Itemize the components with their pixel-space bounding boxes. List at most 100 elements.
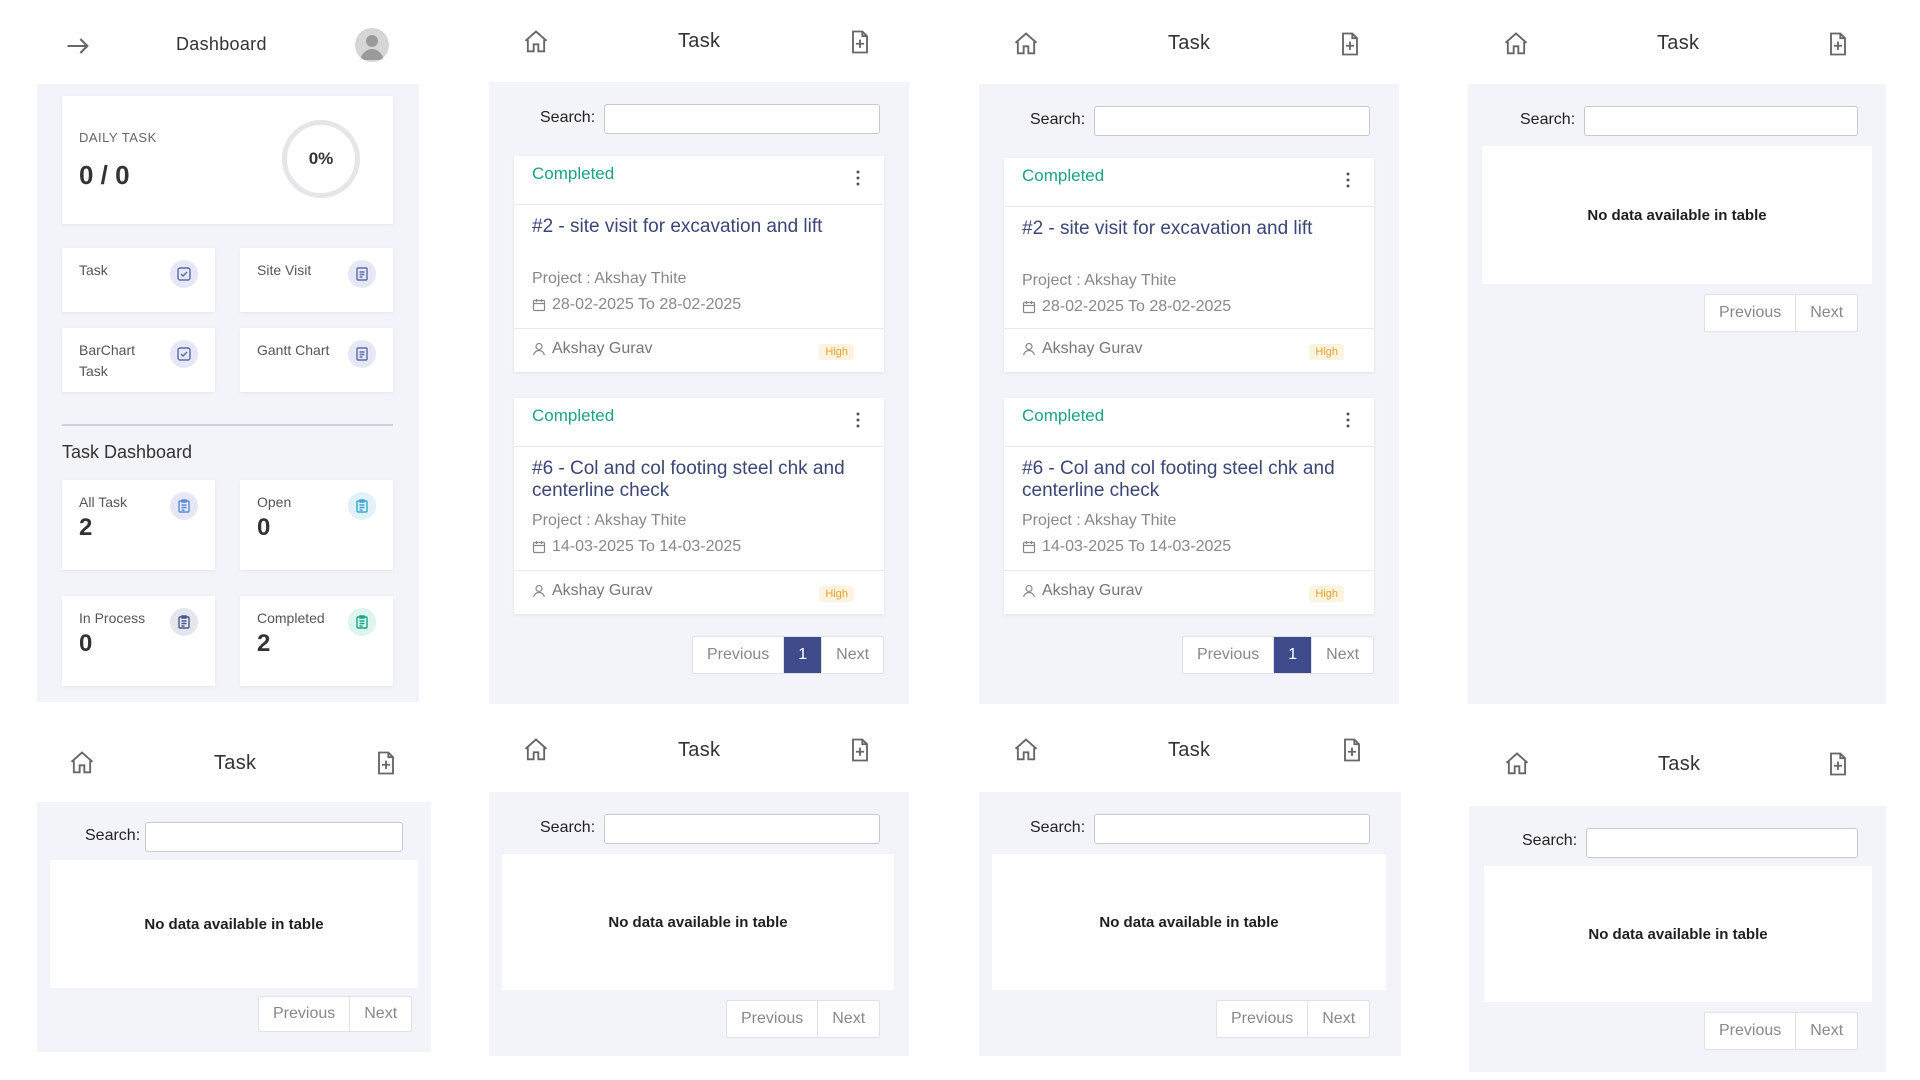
stat-open[interactable]: Open 0 xyxy=(240,480,393,570)
search-input[interactable] xyxy=(604,814,880,844)
calendar-icon xyxy=(532,299,546,312)
divider xyxy=(514,204,884,205)
home-icon[interactable] xyxy=(1502,30,1530,58)
next-button[interactable]: Next xyxy=(350,997,411,1031)
home-icon[interactable] xyxy=(68,749,96,777)
kebab-menu-icon[interactable] xyxy=(856,170,860,186)
task-title[interactable]: #6 - Col and col footing steel chk and c… xyxy=(532,458,870,502)
task-dates: 28-02-2025 To 28-02-2025 xyxy=(1022,298,1231,316)
task-card[interactable]: Completed #6 - Col and col footing steel… xyxy=(1004,398,1374,614)
task-card[interactable]: Completed #2 - site visit for excavation… xyxy=(514,156,884,372)
priority-badge: High xyxy=(819,586,854,602)
search-label: Search: xyxy=(540,819,596,836)
daily-progress-percent: 0% xyxy=(308,149,334,168)
add-file-icon[interactable] xyxy=(1824,750,1852,778)
search-input[interactable] xyxy=(1586,828,1858,858)
add-file-icon[interactable] xyxy=(846,28,874,56)
previous-button[interactable]: Previous xyxy=(727,1001,819,1037)
status-label: Completed xyxy=(1022,166,1105,185)
assignee-name: Akshay Gurav xyxy=(552,340,653,357)
page-1-button[interactable]: 1 xyxy=(784,637,823,673)
task-title[interactable]: #2 - site visit for excavation and lift xyxy=(532,216,870,238)
kebab-menu-icon[interactable] xyxy=(1346,412,1350,428)
search-input[interactable] xyxy=(1094,814,1370,844)
kebab-menu-icon[interactable] xyxy=(1346,172,1350,188)
section-divider xyxy=(62,424,393,426)
calendar-icon xyxy=(532,541,546,554)
task-title[interactable]: #2 - site visit for excavation and lift xyxy=(1022,218,1360,240)
divider xyxy=(514,570,884,571)
assignee-name: Akshay Gurav xyxy=(552,582,653,599)
add-file-icon[interactable] xyxy=(846,736,874,764)
add-file-icon[interactable] xyxy=(372,749,400,777)
home-icon[interactable] xyxy=(522,736,550,764)
previous-button[interactable]: Previous xyxy=(693,637,785,673)
previous-button[interactable]: Previous xyxy=(259,997,351,1031)
previous-button[interactable]: Previous xyxy=(1183,637,1275,673)
tile-label: Site Visit xyxy=(257,262,312,278)
divider xyxy=(514,328,884,329)
tile-gantt-chart[interactable]: Gantt Chart xyxy=(240,328,393,392)
next-button[interactable]: Next xyxy=(1796,1013,1857,1049)
divider xyxy=(1004,328,1374,329)
page-title: Task xyxy=(1658,753,1701,775)
task-assignee: Akshay Gurav xyxy=(532,582,652,600)
stat-value: 0 xyxy=(79,630,93,657)
tile-barchart-task[interactable]: BarChart Task xyxy=(62,328,215,392)
search-input[interactable] xyxy=(604,104,880,134)
search-input[interactable] xyxy=(1584,106,1858,136)
divider xyxy=(1004,206,1374,207)
task-card[interactable]: Completed #2 - site visit for excavation… xyxy=(1004,158,1374,372)
tile-label: Task xyxy=(79,262,108,278)
task-card[interactable]: Completed #6 - Col and col footing steel… xyxy=(514,398,884,614)
previous-button[interactable]: Previous xyxy=(1705,1013,1797,1049)
kebab-menu-icon[interactable] xyxy=(856,412,860,428)
add-file-icon[interactable] xyxy=(1336,30,1364,58)
next-button[interactable]: Next xyxy=(1312,637,1373,673)
arrow-right-icon[interactable] xyxy=(64,32,92,60)
search-input[interactable] xyxy=(145,822,403,852)
home-icon[interactable] xyxy=(1012,30,1040,58)
stat-all-task[interactable]: All Task 2 xyxy=(62,480,215,570)
daily-task-card: DAILY TASK 0 / 0 0% xyxy=(62,96,393,224)
tile-label: Gantt Chart xyxy=(257,342,330,358)
home-icon[interactable] xyxy=(1012,736,1040,764)
check-square-icon xyxy=(170,260,198,288)
home-icon[interactable] xyxy=(522,28,550,56)
tile-site-visit[interactable]: Site Visit xyxy=(240,248,393,312)
clipboard-icon xyxy=(348,608,376,636)
add-file-icon[interactable] xyxy=(1338,736,1366,764)
task-title[interactable]: #6 - Col and col footing steel chk and c… xyxy=(1022,458,1360,502)
previous-button[interactable]: Previous xyxy=(1705,295,1797,331)
avatar[interactable] xyxy=(355,28,389,62)
stat-completed[interactable]: Completed 2 xyxy=(240,596,393,686)
pagination: Previous 1 Next xyxy=(692,636,885,674)
task-project: Project : Akshay Thite xyxy=(1022,512,1177,529)
page-title: Task xyxy=(1168,32,1211,54)
pagination: Previous Next xyxy=(1216,1000,1371,1038)
tile-task[interactable]: Task xyxy=(62,248,215,312)
priority-badge: High xyxy=(819,344,854,360)
search-input[interactable] xyxy=(1094,106,1370,136)
task-assignee: Akshay Gurav xyxy=(1022,582,1142,600)
page-1-button[interactable]: 1 xyxy=(1274,637,1313,673)
empty-message: No data available in table xyxy=(1587,206,1767,224)
task-assignee: Akshay Gurav xyxy=(532,340,652,358)
next-button[interactable]: Next xyxy=(818,1001,879,1037)
pagination: Previous Next xyxy=(1704,1012,1859,1050)
divider xyxy=(1004,570,1374,571)
stat-label: All Task xyxy=(79,494,127,510)
next-button[interactable]: Next xyxy=(1796,295,1857,331)
page-title: Task xyxy=(678,30,721,52)
previous-button[interactable]: Previous xyxy=(1217,1001,1309,1037)
next-button[interactable]: Next xyxy=(1308,1001,1369,1037)
home-icon[interactable] xyxy=(1503,750,1531,778)
empty-message: No data available in table xyxy=(608,913,788,931)
status-label: Completed xyxy=(1022,406,1105,425)
stat-in-process[interactable]: In Process 0 xyxy=(62,596,215,686)
stat-label: In Process xyxy=(79,610,146,626)
add-file-icon[interactable] xyxy=(1824,30,1852,58)
empty-table: No data available in table xyxy=(992,854,1386,990)
next-button[interactable]: Next xyxy=(822,637,883,673)
task-assignee: Akshay Gurav xyxy=(1022,340,1142,358)
